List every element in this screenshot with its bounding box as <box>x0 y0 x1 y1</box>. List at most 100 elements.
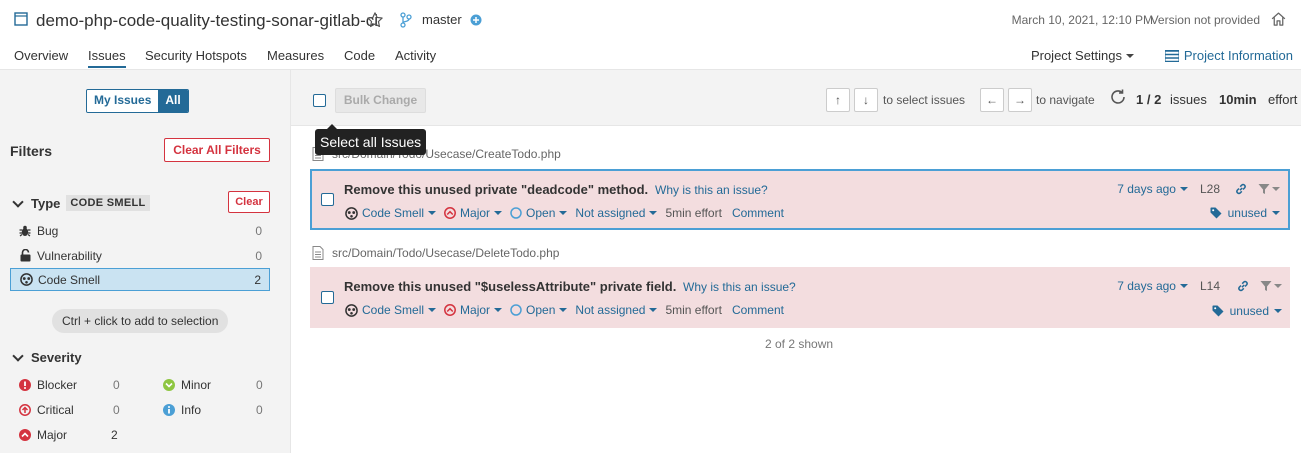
tag-icon <box>1212 305 1224 317</box>
my-issues-button[interactable]: My Issues <box>87 90 159 112</box>
why-is-this-an-issue-link[interactable]: Why is this an issue? <box>655 183 768 197</box>
issue-age-dropdown[interactable]: 7 days ago <box>1117 279 1188 293</box>
bulk-change-button[interactable]: Bulk Change <box>335 88 426 113</box>
issue-checkbox[interactable] <box>321 193 334 206</box>
all-issues-button[interactable]: All <box>158 90 188 112</box>
severity-item-count: 0 <box>256 403 263 417</box>
issue-age-label: 7 days ago <box>1117 182 1176 196</box>
issue-status-label: Open <box>526 303 556 317</box>
clear-type-button[interactable]: Clear <box>228 191 270 213</box>
issue-tags-dropdown[interactable]: unused <box>1212 304 1282 318</box>
issue-message[interactable]: Remove this unused private "deadcode" me… <box>344 182 648 197</box>
severity-item-info[interactable]: Info <box>162 400 201 420</box>
reload-icon[interactable] <box>1108 87 1128 107</box>
severity-item-label: Info <box>181 403 202 417</box>
severity-item-label: Critical <box>37 403 74 417</box>
critical-icon <box>18 404 32 416</box>
issue-message[interactable]: Remove this unused "$uselessAttribute" p… <box>344 279 676 294</box>
issue-line-number[interactable]: L14 <box>1200 279 1220 293</box>
tab-activity[interactable]: Activity <box>395 48 436 63</box>
info-icon <box>162 404 176 416</box>
issue-type-dropdown[interactable]: Code Smell <box>345 206 437 220</box>
tab-issues[interactable]: Issues <box>88 48 126 68</box>
severity-item-blocker[interactable]: Blocker <box>18 375 77 395</box>
project-settings-menu[interactable]: Project Settings <box>1031 48 1134 63</box>
shown-count: 2 of 2 shown <box>765 337 834 351</box>
tab-security-hotspots[interactable]: Security Hotspots <box>145 48 247 63</box>
type-item-count: 0 <box>255 248 262 263</box>
chevron-down-icon <box>12 350 24 362</box>
chevron-down-icon <box>494 308 503 312</box>
issue-checkbox[interactable] <box>321 291 334 304</box>
tab-measures[interactable]: Measures <box>267 48 324 63</box>
tab-overview[interactable]: Overview <box>14 48 68 63</box>
issue-status-dropdown[interactable]: Open <box>510 206 568 220</box>
code-smell-icon <box>19 273 33 286</box>
why-is-this-an-issue-link[interactable]: Why is this an issue? <box>683 280 796 294</box>
type-item-count: 2 <box>254 272 261 287</box>
severity-item-count: 0 <box>113 378 120 392</box>
severity-item-minor[interactable]: Minor <box>162 375 211 395</box>
open-status-icon <box>510 207 522 219</box>
branch-name[interactable]: master <box>422 12 462 27</box>
clear-all-filters-button[interactable]: Clear All Filters <box>164 138 270 162</box>
filter-similar-icon[interactable] <box>1260 280 1282 292</box>
tab-code[interactable]: Code <box>344 48 375 63</box>
chevron-down-icon <box>649 308 658 312</box>
issue-meta: Code Smell Major Open Not assigned 5min … <box>345 303 784 317</box>
lock-icon <box>18 249 32 262</box>
issue-line-number[interactable]: L28 <box>1200 182 1220 196</box>
permalink-icon[interactable] <box>1234 182 1248 196</box>
issue-age-dropdown[interactable]: 7 days ago <box>1117 182 1188 196</box>
issue-assignee-label: Not assigned <box>575 303 646 317</box>
star-icon[interactable] <box>366 11 384 29</box>
chevron-down-icon <box>12 195 24 208</box>
issues-word: issues <box>1170 92 1207 107</box>
filter-similar-icon[interactable] <box>1258 183 1280 195</box>
project-information-link[interactable]: Project Information <box>1164 48 1293 63</box>
chevron-down-icon <box>1179 284 1188 288</box>
plus-circle-icon[interactable] <box>470 14 482 26</box>
severity-item-critical[interactable]: Critical <box>18 400 74 420</box>
project-settings-label: Project Settings <box>1030 48 1122 63</box>
type-item-vulnerability[interactable]: Vulnerability 0 <box>10 244 270 267</box>
issue-status-dropdown[interactable]: Open <box>510 303 568 317</box>
issue-right-top: 7 days ago L14 <box>1117 279 1282 293</box>
issue-assignee-label: Not assigned <box>575 206 646 220</box>
issue-tags-dropdown[interactable]: unused <box>1210 206 1280 220</box>
issue-assignee-dropdown[interactable]: Not assigned <box>575 303 658 317</box>
issue-effort: 5min effort <box>665 206 722 220</box>
select-all-checkbox[interactable] <box>313 94 326 107</box>
type-facet-value-chip: CODE SMELL <box>66 195 150 211</box>
issue-position-counter: 1 / 2 <box>1136 92 1162 107</box>
project-icon <box>14 11 28 27</box>
severity-item-label: Blocker <box>37 378 78 392</box>
issue-severity-dropdown[interactable]: Major <box>444 206 503 220</box>
severity-facet-header[interactable]: Severity <box>12 350 82 365</box>
type-item-bug[interactable]: Bug 0 <box>10 219 270 242</box>
navigate-hint: to navigate <box>1036 93 1095 107</box>
type-item-code-smell[interactable]: Code Smell 2 <box>10 268 270 291</box>
chevron-down-icon <box>1179 187 1188 191</box>
project-title[interactable]: demo-php-code-quality-testing-sonar-gitl… <box>36 11 378 31</box>
minor-icon <box>162 379 176 391</box>
comment-link[interactable]: Comment <box>732 206 784 220</box>
chevron-down-icon <box>1274 284 1282 288</box>
issue-assignee-dropdown[interactable]: Not assigned <box>575 206 658 220</box>
right-arrow-key-icon: → <box>1008 88 1032 112</box>
project-header: demo-php-code-quality-testing-sonar-gitl… <box>0 0 1301 70</box>
issue-card[interactable]: Remove this unused private "deadcode" me… <box>310 169 1290 230</box>
type-facet-header[interactable]: Type CODE SMELL <box>12 195 150 211</box>
chevron-down-icon <box>559 211 568 215</box>
file-path-label[interactable]: src/Domain/Todo/Usecase/DeleteTodo.php <box>332 246 559 260</box>
home-icon[interactable] <box>1270 11 1287 28</box>
issue-severity-dropdown[interactable]: Major <box>444 303 503 317</box>
issue-card[interactable]: Remove this unused "$uselessAttribute" p… <box>310 267 1290 328</box>
type-facet-label: Type <box>31 195 61 211</box>
issues-toolbar: Bulk Change ↑ ↓ to select issues ← → to … <box>291 70 1301 126</box>
permalink-icon[interactable] <box>1236 279 1250 293</box>
comment-link[interactable]: Comment <box>732 303 784 317</box>
issue-type-dropdown[interactable]: Code Smell <box>345 303 437 317</box>
tag-icon <box>1210 207 1222 219</box>
severity-item-major[interactable]: Major <box>18 425 67 445</box>
